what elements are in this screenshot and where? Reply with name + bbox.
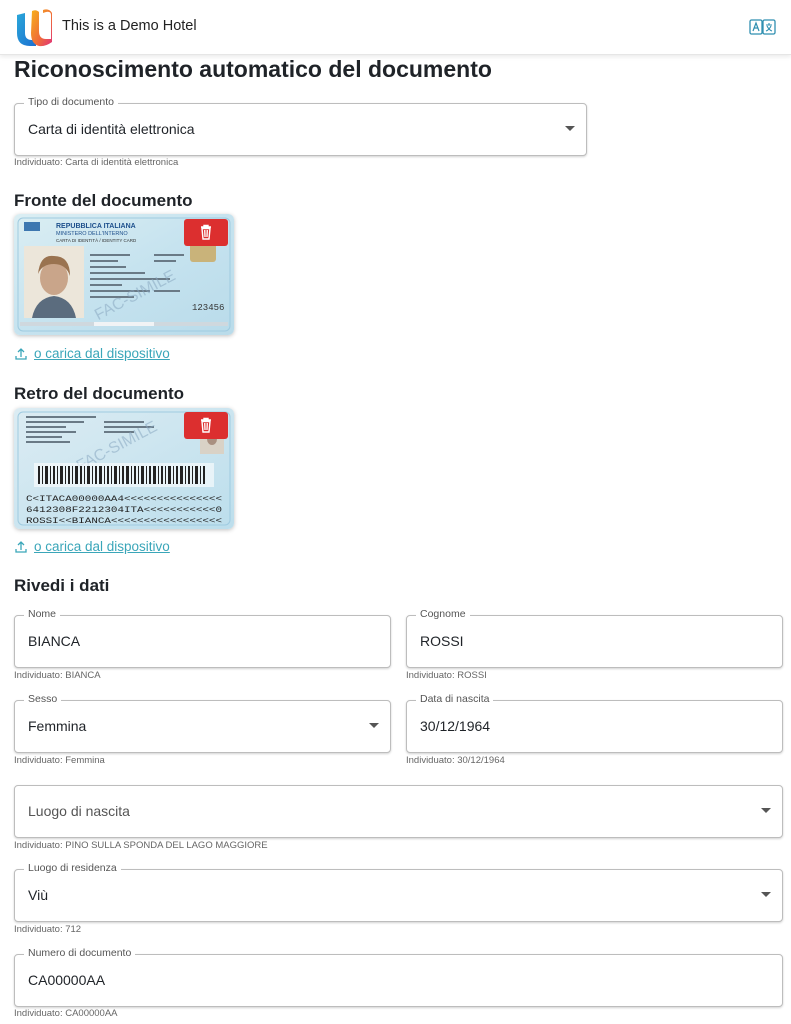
- brand-logo-icon: [17, 9, 52, 47]
- data-nascita-value: 30/12/1964: [420, 718, 491, 734]
- numero-documento-label: Numero di documento: [24, 947, 136, 959]
- luogo-residenza-hint: Individuato: 712: [14, 924, 82, 935]
- mrz-line-2: 6412308F2212304ITA<<<<<<<<<<<0: [26, 506, 222, 515]
- luogo-residenza-value: Viù: [28, 887, 48, 903]
- card-header-line1: REPUBBLICA ITALIANA: [56, 223, 136, 230]
- trash-icon: [201, 417, 211, 433]
- front-upload-link[interactable]: o carica dal dispositivo: [14, 346, 170, 361]
- sesso-label: Sesso: [24, 693, 62, 705]
- document-type-label: Tipo di documento: [24, 96, 118, 108]
- chevron-down-icon: [369, 723, 379, 728]
- card-header-line2: MINISTERO DELL'INTERNO: [56, 231, 128, 237]
- cognome-value: ROSSI: [420, 633, 464, 649]
- back-heading: Retro del documento: [14, 384, 185, 403]
- data-nascita-label: Data di nascita: [416, 693, 494, 705]
- document-type-hint: Individuato: Carta di identità elettroni…: [14, 157, 179, 168]
- document-type-select[interactable]: Tipo di documento Carta di identità elet…: [14, 96, 587, 156]
- cognome-field[interactable]: Cognome ROSSI: [406, 608, 783, 668]
- luogo-nascita-hint: Individuato: PINO SULLA SPONDA DEL LAGO …: [14, 840, 268, 851]
- back-upload-label: o carica dal dispositivo: [34, 539, 170, 554]
- back-upload-link[interactable]: o carica dal dispositivo: [14, 539, 170, 554]
- cognome-hint: Individuato: ROSSI: [406, 670, 487, 681]
- card-subtitle: CARTA DI IDENTITÀ / IDENTITY CARD: [56, 237, 137, 243]
- luogo-nascita-select[interactable]: Luogo di nascita: [14, 785, 783, 838]
- numero-documento-field[interactable]: Numero di documento CA00000AA: [14, 947, 783, 1007]
- luogo-nascita-placeholder: Luogo di nascita: [28, 803, 130, 819]
- upload-icon: [15, 347, 27, 360]
- chevron-down-icon: [565, 126, 575, 131]
- sesso-select[interactable]: Sesso Femmina: [14, 693, 391, 753]
- top-bar: This is a Demo Hotel: [0, 0, 791, 55]
- page-title: Riconoscimento automatico del documento: [14, 56, 492, 82]
- sesso-value: Femmina: [28, 718, 87, 734]
- delete-front-button[interactable]: [184, 219, 228, 246]
- front-upload-label: o carica dal dispositivo: [34, 346, 170, 361]
- translate-button[interactable]: [749, 17, 777, 37]
- data-nascita-field[interactable]: Data di nascita 30/12/1964: [406, 693, 783, 753]
- nome-hint: Individuato: BIANCA: [14, 670, 101, 681]
- nome-value: BIANCA: [28, 633, 81, 649]
- translate-icon: [749, 19, 776, 35]
- luogo-residenza-label: Luogo di residenza: [24, 862, 121, 874]
- delete-back-button[interactable]: [184, 412, 228, 439]
- numero-documento-value: CA00000AA: [28, 972, 106, 988]
- trash-icon: [201, 224, 211, 240]
- review-heading: Rivedi i dati: [14, 576, 110, 595]
- chevron-down-icon: [761, 808, 771, 813]
- mrz-line-3: ROSSI<<BIANCA<<<<<<<<<<<<<<<<<: [26, 517, 222, 526]
- document-type-value: Carta di identità elettronica: [28, 121, 195, 137]
- luogo-residenza-select[interactable]: Luogo di residenza Viù: [14, 862, 783, 922]
- nome-field[interactable]: Nome BIANCA: [14, 608, 391, 668]
- upload-icon: [15, 540, 27, 553]
- cognome-label: Cognome: [416, 608, 470, 620]
- sesso-hint: Individuato: Femmina: [14, 755, 105, 766]
- numero-documento-hint: Individuato: CA00000AA: [14, 1008, 118, 1019]
- hotel-name: This is a Demo Hotel: [62, 18, 197, 34]
- nome-label: Nome: [24, 608, 61, 620]
- card-number: 123456: [192, 303, 224, 313]
- data-nascita-hint: Individuato: 30/12/1964: [406, 755, 505, 766]
- front-heading: Fronte del documento: [14, 191, 193, 210]
- mrz-line-1: C<ITACA00000AA4<<<<<<<<<<<<<<<: [26, 495, 222, 504]
- chevron-down-icon: [761, 892, 771, 897]
